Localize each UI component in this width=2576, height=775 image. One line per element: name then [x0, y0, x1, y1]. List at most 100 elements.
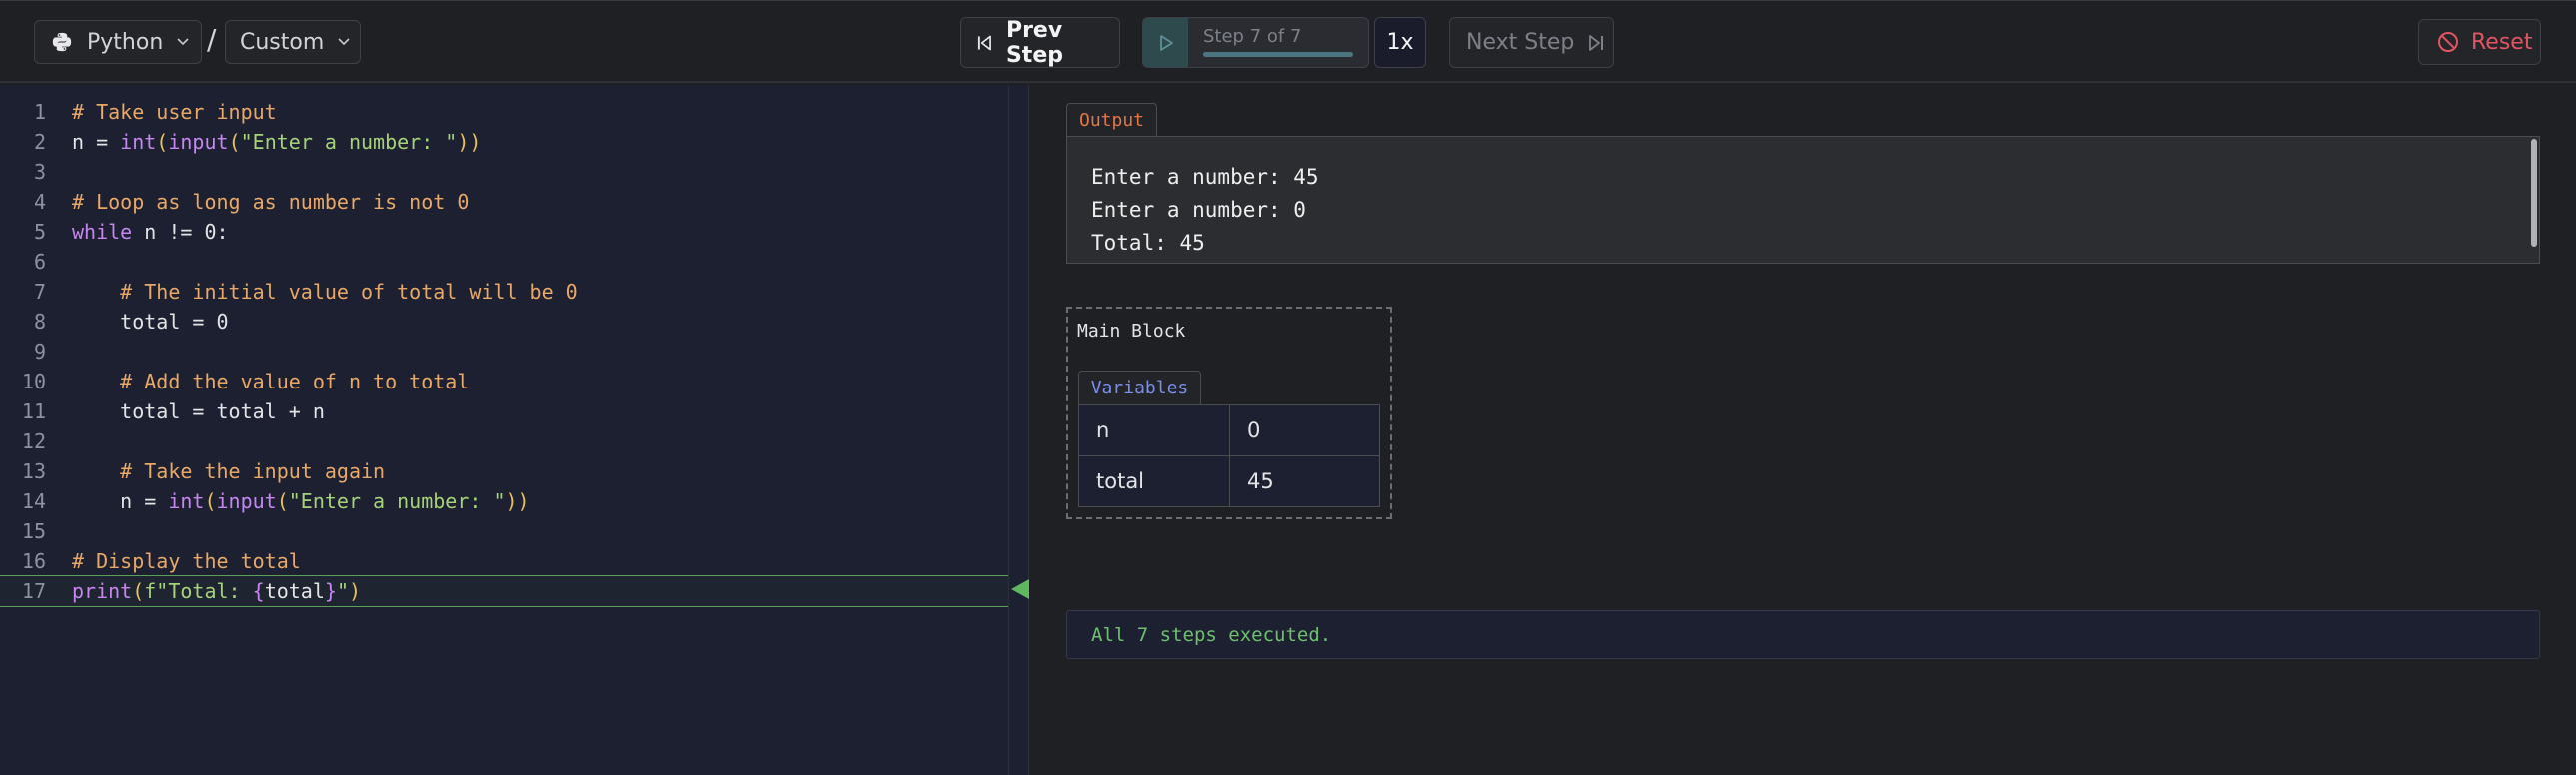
code-string: f"Total:: [144, 579, 253, 603]
code-text: # Loop as long as number is not 0: [72, 187, 469, 217]
code-text: n = int(input("Enter a number: ")): [72, 486, 530, 516]
code-line: 10 # Add the value of n to total: [0, 367, 1029, 396]
output-tab[interactable]: Output: [1066, 103, 1157, 136]
code-comment: # Take the input again: [72, 459, 386, 483]
line-number: 4: [33, 190, 46, 214]
step-progress-bar[interactable]: [1203, 52, 1353, 57]
mode-select[interactable]: Custom: [225, 20, 361, 64]
line-number: 9: [33, 340, 46, 364]
variable-name: total: [1078, 455, 1230, 507]
line-number: 3: [33, 160, 46, 184]
active-code-line: 17 print(f"Total: {total}"): [0, 575, 1029, 607]
code-keyword: int: [168, 489, 205, 513]
code-editor[interactable]: 1 # Take user input 2n = int(input("Enter…: [0, 85, 1029, 775]
next-step-button[interactable]: Next Step: [1449, 17, 1614, 68]
reset-button[interactable]: Reset: [2418, 19, 2541, 65]
prev-step-label: Prev Step: [1005, 17, 1063, 68]
output-console[interactable]: Enter a number: 45 Enter a number: 0 Tot…: [1066, 136, 2540, 264]
language-select[interactable]: Python: [34, 20, 202, 64]
variable-value: 0: [1229, 404, 1380, 456]
breadcrumb-separator: /: [207, 23, 217, 56]
code-comment: # Add the value of n to total: [72, 370, 470, 393]
line-number: 16: [21, 549, 46, 573]
code-text: total = total + n: [72, 396, 325, 426]
line-number: 14: [21, 489, 46, 513]
output-line: Enter a number: 45: [1091, 165, 1319, 189]
code-token: total: [264, 579, 325, 603]
variables-tab[interactable]: Variables: [1078, 371, 1201, 404]
code-keyword: while: [72, 220, 133, 244]
code-text: print(f"Total: {total}"): [72, 576, 361, 606]
code-token: total = 0: [72, 310, 229, 334]
next-step-label: Next Step: [1466, 30, 1575, 55]
code-punct: (: [132, 579, 145, 603]
code-line: 4 # Loop as long as number is not 0: [0, 187, 1029, 217]
code-keyword: int: [120, 130, 157, 154]
code-punct: (: [156, 130, 169, 154]
code-text: # The initial value of total will be 0: [72, 277, 578, 307]
language-label: Python: [87, 29, 164, 55]
line-number: 1: [33, 100, 46, 124]
variable-name: n: [1078, 404, 1230, 456]
code-line: 7 # The initial value of total will be 0: [0, 277, 1029, 307]
execution-status: All 7 steps executed.: [1066, 610, 2540, 659]
code-line: 1 # Take user input: [0, 97, 1029, 127]
code-comment: # The initial value of total will be 0: [72, 280, 578, 304]
line-number: 13: [21, 459, 46, 483]
prev-step-button[interactable]: Prev Step: [960, 17, 1120, 68]
code-text: # Display the total: [72, 546, 301, 576]
code-string: "Enter a number: ": [240, 130, 458, 154]
table-row: n 0: [1078, 404, 1380, 456]
line-number: 7: [33, 280, 46, 304]
code-text: while n != 0:: [72, 217, 229, 247]
code-keyword: input: [216, 489, 277, 513]
code-token: n =: [72, 489, 169, 513]
code-punct: )): [505, 489, 530, 513]
output-line: Enter a number: 0: [1091, 198, 1306, 222]
line-number: 12: [21, 429, 46, 453]
chevron-down-icon: [177, 38, 189, 46]
toolbar: Python / Custom Prev Step Step 7 of 7 1x…: [0, 0, 2576, 83]
code-token: total = total + n: [72, 399, 325, 423]
output-scrollbar[interactable]: [2531, 139, 2537, 247]
code-token: n =: [72, 130, 121, 154]
line-number: 17: [21, 579, 46, 603]
line-number: 15: [21, 519, 46, 543]
speed-button[interactable]: 1x: [1374, 17, 1426, 68]
python-icon: [52, 32, 72, 52]
code-punct: (: [276, 489, 289, 513]
code-text: # Take user input: [72, 97, 277, 127]
code-line: 11 total = total + n: [0, 396, 1029, 426]
output-line: Total: 45: [1091, 231, 1205, 255]
code-string: "Enter a number: ": [288, 489, 506, 513]
mode-label: Custom: [240, 29, 325, 55]
code-punct: }: [324, 579, 337, 603]
main-block-frame: Main Block Variables n 0 total 45: [1066, 307, 1392, 519]
code-text: # Add the value of n to total: [72, 367, 469, 396]
code-text: total = 0: [72, 307, 229, 337]
table-row: total 45: [1078, 455, 1380, 507]
variables-table: n 0 total 45: [1078, 404, 1380, 507]
code-line: 9: [0, 337, 1029, 367]
playback-control: Step 7 of 7: [1142, 17, 1369, 68]
code-text: # Take the input again: [72, 456, 385, 486]
line-number: 11: [21, 399, 46, 423]
skip-back-icon: [977, 35, 991, 50]
play-button[interactable]: [1143, 18, 1188, 67]
chevron-down-icon: [338, 38, 350, 46]
step-progress-fill: [1203, 52, 1353, 57]
code-keyword: print: [72, 579, 133, 603]
line-number: 6: [33, 250, 46, 274]
code-string: ": [336, 579, 349, 603]
code-punct: (: [204, 489, 217, 513]
code-line: 6: [0, 247, 1029, 277]
step-counter: Step 7 of 7: [1203, 26, 1302, 47]
code-line: 5 while n != 0:: [0, 217, 1029, 247]
reset-label: Reset: [2471, 29, 2533, 55]
code-line: 3: [0, 157, 1029, 187]
ban-icon: [2438, 32, 2458, 52]
code-line: 8 total = 0: [0, 307, 1029, 337]
current-line-arrow-icon: [1011, 579, 1029, 599]
code-text: n = int(input("Enter a number: ")): [72, 127, 481, 157]
code-line: 16 # Display the total: [0, 546, 1029, 576]
